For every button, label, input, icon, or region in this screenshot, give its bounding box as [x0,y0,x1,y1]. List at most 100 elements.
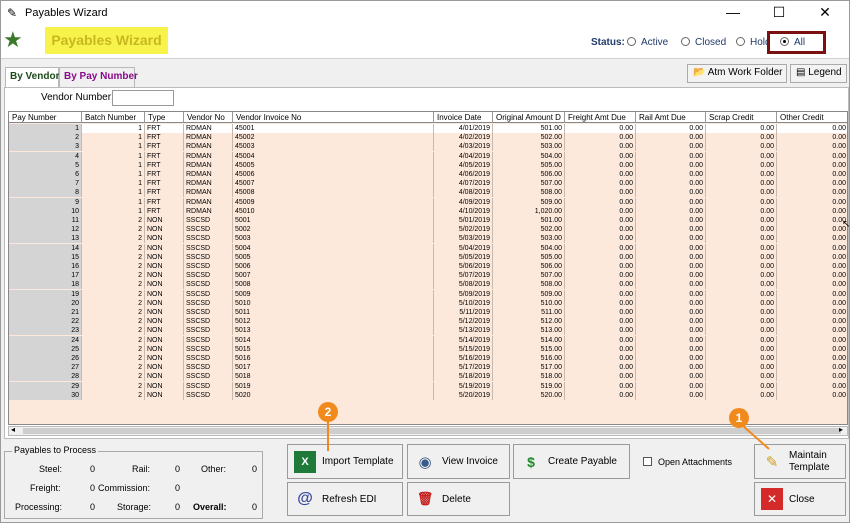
table-row[interactable]: 25 2 NON SSCSD 5015 5/15/2019 515.00 0.00 0.00 0.… [9,344,847,354]
table-row[interactable]: 12 2 NON SSCSD 5002 5/02/2019 502.00 0.00 0.00 0.… [9,225,847,235]
tab-by-pay-number[interactable]: By Pay Number [59,67,138,87]
table-cell: RDMAN [184,142,233,152]
table-row[interactable]: 14 2 NON SSCSD 5004 5/04/2019 504.00 0.00 0.00 0.… [9,243,847,253]
column-header[interactable]: Vendor No [184,112,233,123]
folder-icon: 📂 [693,67,706,78]
table-row[interactable]: 26 2 NON SSCSD 5016 5/16/2019 516.00 0.00 0.00 0.… [9,354,847,363]
create-payable-button[interactable]: $ Create Payable [513,444,630,479]
tab-by-vendor[interactable]: By Vendor [5,67,59,89]
table-cell: 502.00 [493,225,565,235]
table-row[interactable]: 3 1 FRT RDMAN 45003 4/03/2019 503.00 0.00 0.00 0.… [9,142,847,152]
column-header[interactable]: Original Amount D [493,112,565,123]
table-cell: 0.00 [777,299,847,308]
horizontal-scrollbar[interactable]: ◂ ▸ [8,425,848,436]
table-cell: SSCSD [184,308,233,317]
close-window-button[interactable]: ✕ [803,1,847,25]
table-cell: 5/14/2019 [434,335,493,345]
vendor-number-input[interactable] [112,90,174,106]
refresh-edi-button[interactable]: @ Refresh EDI [287,482,403,516]
processing-label: Processing: [15,502,63,512]
table-row[interactable]: 19 2 NON SSCSD 5009 5/09/2019 509.00 0.00 0.00 0.… [9,289,847,299]
table-row[interactable]: 1 1 FRT RDMAN 45001 4/01/2019 501.00 0.00 0.00 0.… [9,124,847,133]
table-cell: 0.00 [777,308,847,317]
table-row[interactable]: 29 2 NON SSCSD 5019 5/19/2019 519.00 0.00 0.00 0.… [9,381,847,391]
status-radio-closed[interactable]: Closed [681,37,726,48]
table-row[interactable]: 22 2 NON SSCSD 5012 5/12/2019 512.00 0.00 0.00 0.… [9,317,847,327]
column-header[interactable]: Other Credit [777,112,847,123]
table-row[interactable]: 30 2 NON SSCSD 5020 5/20/2019 520.00 0.00 0.00 0.… [9,390,847,400]
table-row[interactable]: 18 2 NON SSCSD 5008 5/08/2019 508.00 0.00 0.00 0.… [9,280,847,290]
table-cell: 4/08/2019 [434,188,493,198]
open-attachments-checkbox[interactable]: Open Attachments [643,457,732,467]
table-row[interactable]: 28 2 NON SSCSD 5018 5/18/2019 518.00 0.00 0.00 0.… [9,372,847,382]
maximize-button[interactable]: ☐ [757,1,801,25]
table-cell: 516.00 [493,354,565,363]
column-header[interactable]: Scrap Credit [706,112,777,123]
table-row[interactable]: 5 1 FRT RDMAN 45005 4/05/2019 505.00 0.00 0.00 0.… [9,160,847,170]
table-cell: 2 [82,271,145,281]
table-cell: RDMAN [184,160,233,170]
table-cell: 0.00 [565,390,636,400]
maintain-template-button[interactable]: ✎ Maintain Template [754,444,846,479]
table-row[interactable]: 11 2 NON SSCSD 5001 5/01/2019 501.00 0.00 0.00 0.… [9,216,847,225]
column-header[interactable]: Pay Number [9,112,82,123]
table-row[interactable]: 6 1 FRT RDMAN 45006 4/06/2019 506.00 0.00 0.00 0.… [9,170,847,179]
table-row[interactable]: 9 1 FRT RDMAN 45009 4/09/2019 509.00 0.00 0.00 0.… [9,197,847,207]
legend-button[interactable]: ▤ Legend [790,64,847,83]
status-radio-active[interactable]: Active [627,37,668,48]
column-header[interactable]: Freight Amt Due [565,112,636,123]
table-cell: 45006 [233,170,434,179]
table-cell: 0.00 [706,335,777,345]
all-highlight-box [767,31,826,54]
column-header[interactable]: Vendor Invoice No [233,112,434,123]
delete-button[interactable]: 🗑 Delete [407,482,510,516]
table-row[interactable]: 21 2 NON SSCSD 5011 5/11/2019 511.00 0.00 0.00 0.… [9,308,847,317]
close-button[interactable]: ✕ Close [754,482,846,516]
table-row[interactable]: 10 1 FRT RDMAN 45010 4/10/2019 1,020.00 0.00 0.0… [9,206,847,216]
table-cell: 1 [82,170,145,179]
column-header[interactable]: Invoice Date [434,112,493,123]
table-cell: 0.00 [636,252,706,262]
steel-label: Steel: [39,464,63,474]
table-cell: 0.00 [777,207,847,216]
scroll-thumb[interactable] [23,428,841,434]
table-row[interactable]: 15 2 NON SSCSD 5005 5/05/2019 505.00 0.00 0.00 0.… [9,252,847,262]
table-cell: 1 [82,179,145,189]
table-cell: 2 [82,326,145,336]
table-row[interactable]: 24 2 NON SSCSD 5014 5/14/2019 514.00 0.00 0.00 0.… [9,335,847,345]
table-row[interactable]: 16 2 NON SSCSD 5006 5/06/2019 506.00 0.00 0.00 0.… [9,262,847,271]
status-radio-hold[interactable]: Hold [736,37,771,48]
table-cell: 5/11/2019 [434,308,493,317]
minimize-button[interactable]: — [711,1,755,25]
table-row[interactable]: 20 2 NON SSCSD 5010 5/10/2019 510.00 0.00 0.00 0.… [9,298,847,308]
table-row[interactable]: 7 1 FRT RDMAN 45007 4/07/2019 507.00 0.00 0.00 0.… [9,179,847,189]
table-cell: 2 [82,289,145,299]
table-row[interactable]: 23 2 NON SSCSD 5013 5/13/2019 513.00 0.00 0.00 0.… [9,326,847,336]
table-cell: 0.00 [636,280,706,290]
import-template-button[interactable]: X Import Template [287,444,403,479]
scroll-left-icon[interactable]: ◂ [11,425,15,434]
table-row[interactable]: 27 2 NON SSCSD 5017 5/17/2019 517.00 0.00 0.00 0.… [9,363,847,373]
view-invoice-button[interactable]: ◉ View Invoice [407,444,510,479]
table-cell: 2 [82,243,145,253]
steel-value: 0 [89,464,95,474]
payables-grid[interactable]: Pay Number Batch Number Type Vendor No Vendo… [8,111,848,425]
table-row[interactable]: 17 2 NON SSCSD 5007 5/07/2019 507.00 0.00 0.00 0.… [9,271,847,281]
table-cell: 5008 [233,280,434,290]
table-row[interactable]: 13 2 NON SSCSD 5003 5/03/2019 503.00 0.00 0.00 0.… [9,234,847,244]
table-cell: 0.00 [636,326,706,336]
table-cell: 501.00 [493,216,565,225]
table-row[interactable]: 2 1 FRT RDMAN 45002 4/02/2019 502.00 0.00 0.00 0.… [9,133,847,143]
column-header[interactable]: Type [145,112,184,123]
table-cell: 2 [82,216,145,225]
column-header[interactable]: Batch Number [82,112,145,123]
table-row[interactable]: 8 1 FRT RDMAN 45008 4/08/2019 508.00 0.00 0.00 0.… [9,188,847,198]
scroll-right-icon[interactable]: ▸ [839,425,843,434]
table-cell: 21 [9,308,82,317]
column-header[interactable]: Rail Amt Due [636,112,706,123]
atm-work-folder-button[interactable]: 📂 Atm Work Folder [687,64,787,83]
table-cell: 0.00 [636,372,706,382]
checkbox-box[interactable] [643,457,652,466]
table-cell: SSCSD [184,271,233,281]
table-row[interactable]: 4 1 FRT RDMAN 45004 4/04/2019 504.00 0.00 0.00 0.… [9,151,847,161]
